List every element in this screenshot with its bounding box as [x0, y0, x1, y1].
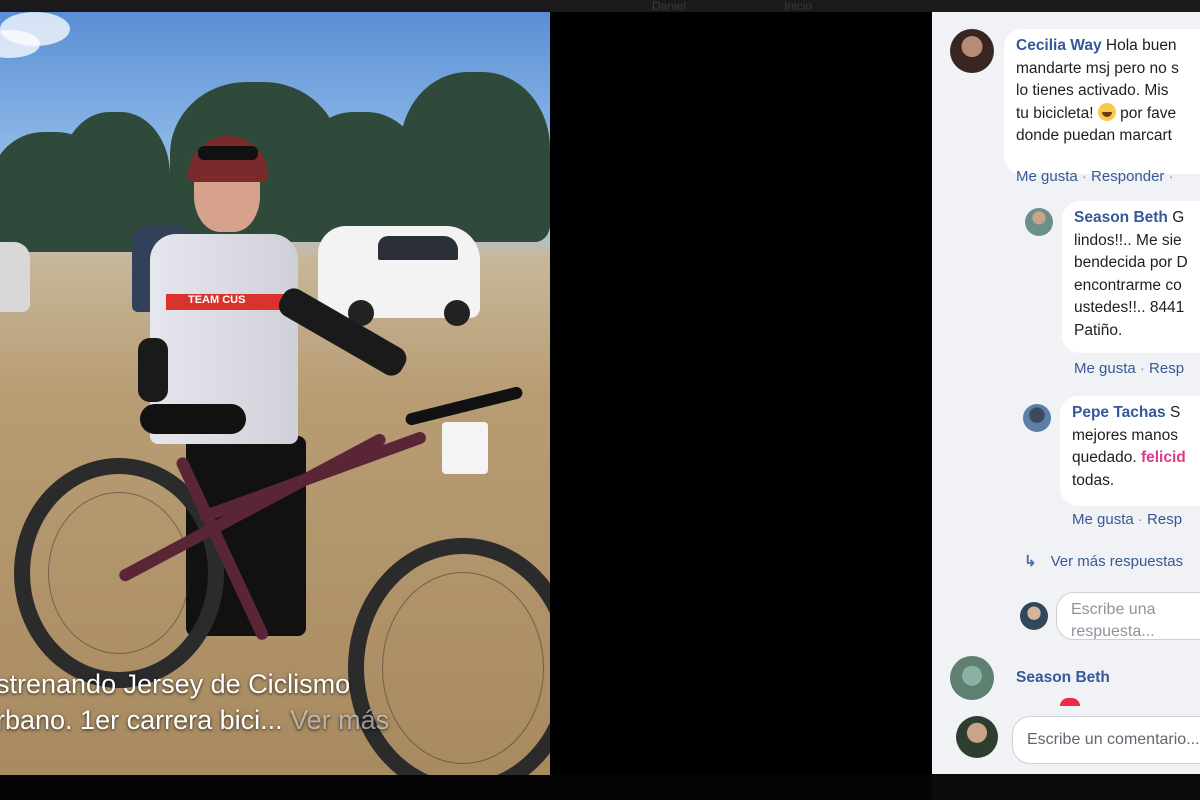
more-replies-link[interactable]: ↳ Ver más respuestas	[1024, 552, 1183, 570]
reply-text-highlight: felicid	[1140, 449, 1186, 466]
reply-text: quedado.	[1072, 449, 1137, 466]
reply-text: S	[1169, 404, 1181, 421]
bike-handlebar	[404, 385, 524, 427]
lightbox-backdrop	[550, 12, 932, 800]
reply-text: mejores manos	[1072, 426, 1178, 444]
bike-saddle	[140, 404, 246, 434]
reply-input[interactable]: Escribe una respuesta...	[1056, 592, 1200, 640]
reply-link[interactable]: Resp	[1147, 511, 1182, 528]
reply-text: bendecida por D	[1074, 254, 1188, 271]
comment-text: mandarte msj pero no s	[1016, 59, 1179, 77]
caption-line-text: rbano. 1er carrera bici...	[0, 705, 283, 735]
parked-car-left	[0, 242, 30, 312]
comment-text: lo tienes activado. Mis	[1016, 82, 1169, 99]
reply-bubble: Pepe Tachas S mejores manos quedado. fel…	[1060, 396, 1200, 506]
my-avatar	[1020, 602, 1048, 630]
jersey-text: TEAM CUS	[188, 294, 246, 306]
reply-text: ustedes!!.. 8441	[1074, 299, 1185, 316]
comment-placeholder: Escribe un comentario...	[1027, 731, 1200, 748]
comments-panel: Cecilia Way Hola buen mandarte msj pero …	[932, 12, 1200, 774]
like-link[interactable]: Me gusta	[1074, 360, 1136, 377]
story-photo[interactable]: TEAM CUS strenando Jersey de Ciclismo rb…	[0, 12, 550, 775]
comment-text: por fave	[1120, 104, 1177, 122]
sunglasses	[198, 146, 258, 160]
reply-bubble: Season Beth G lindos!!.. Me sie bendecid…	[1062, 201, 1200, 353]
ghost-nav-name: Daniel	[652, 0, 687, 13]
reply-text: encontrarme co	[1074, 276, 1182, 294]
comment-input[interactable]: Escribe un comentario...	[1012, 716, 1200, 764]
reply-link[interactable]: Responder	[1091, 168, 1164, 185]
comment-author[interactable]: Season Beth	[1016, 669, 1110, 687]
caption-line: strenando Jersey de Ciclismo	[0, 669, 351, 699]
reply-text: lindos!!.. Me sie	[1074, 231, 1182, 249]
avatar-cecilia[interactable]	[950, 29, 994, 73]
comment-author[interactable]: Cecilia Way	[1016, 37, 1102, 54]
my-avatar-main	[956, 716, 998, 758]
comment-bubble: Cecilia Way Hola buen mandarte msj pero …	[1004, 29, 1200, 174]
reply-actions: Me gusta · Resp	[1072, 511, 1183, 528]
reply-arrow-icon: ↳	[1024, 553, 1037, 570]
avatar-pepe-tachas[interactable]	[1023, 404, 1051, 432]
avatar-season-beth[interactable]	[1025, 208, 1053, 236]
reply-author[interactable]: Pepe Tachas	[1072, 404, 1166, 421]
comment-text: Hola buen	[1105, 37, 1177, 54]
panel-bottom-strip	[932, 774, 1200, 800]
tree	[400, 72, 550, 242]
like-link[interactable]: Me gusta	[1072, 511, 1134, 528]
ghost-nav-home: Inicio	[784, 0, 813, 13]
rider-arm	[138, 338, 168, 402]
parked-car-white	[318, 226, 480, 326]
story-caption: strenando Jersey de Ciclismo rbano. 1er …	[0, 666, 536, 738]
reply-placeholder: Escribe una respuesta...	[1071, 601, 1156, 640]
bike-front-wheel	[348, 538, 550, 775]
reply-link[interactable]: Resp	[1149, 360, 1184, 377]
more-replies-label: Ver más respuestas	[1050, 553, 1184, 570]
reply-text: Patiño.	[1074, 321, 1123, 339]
see-more-link[interactable]: Ver más	[290, 705, 389, 735]
laughing-emoji-icon	[1097, 102, 1116, 121]
like-link[interactable]: Me gusta	[1016, 168, 1078, 185]
comment-text: donde puedan marcart	[1016, 127, 1172, 144]
comment-actions: Me gusta · Responder ·	[1016, 168, 1174, 185]
handlebar-bag	[442, 422, 488, 474]
top-bar: Daniel Inicio	[0, 0, 1200, 12]
caption-line: rbano. 1er carrera bici... Ver más	[0, 702, 536, 738]
reply-text: todas.	[1072, 471, 1115, 489]
reply-text: G	[1172, 209, 1185, 226]
reply-actions: Me gusta · Resp	[1074, 360, 1185, 377]
bottom-strip	[0, 775, 932, 800]
reaction-icon	[1060, 698, 1080, 706]
avatar-season-beth-2[interactable]	[950, 656, 994, 700]
reply-author[interactable]: Season Beth	[1074, 209, 1168, 226]
comment-text: tu bicicleta!	[1016, 104, 1094, 122]
